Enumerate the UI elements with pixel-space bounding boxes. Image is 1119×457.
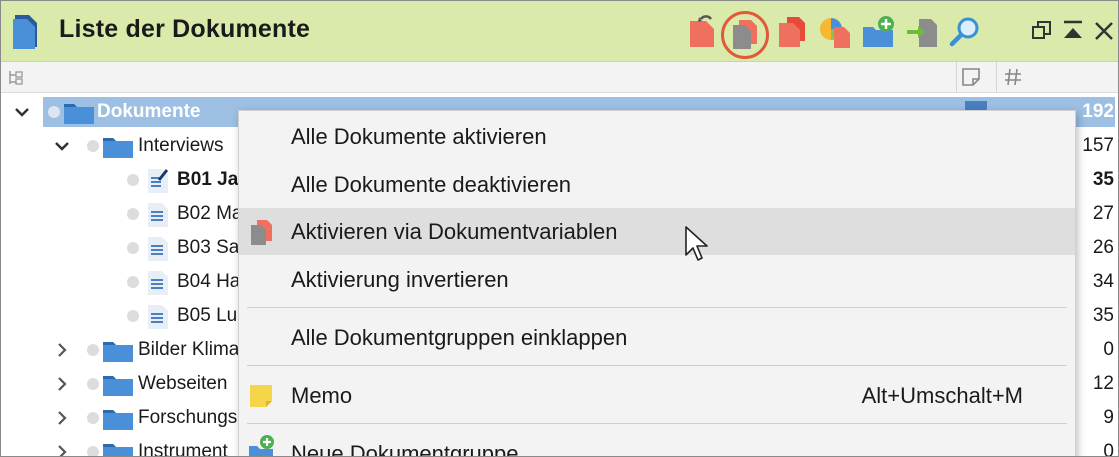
menu-separator [247, 365, 1067, 366]
chevron-down-icon[interactable] [13, 103, 31, 121]
document-reset-icon[interactable] [687, 15, 721, 49]
activation-dot[interactable] [87, 378, 99, 390]
folder-icon [103, 376, 133, 396]
context-menu: Alle Dokumente aktivieren Alle Dokumente… [238, 110, 1076, 457]
text-document-icon [148, 305, 168, 329]
menu-item-memo[interactable]: Memo Alt+Umschalt+M [239, 372, 1075, 419]
tree-row-count: 157 [1082, 135, 1114, 156]
tree-row-count: 192 [1082, 101, 1114, 122]
activation-dot[interactable] [87, 446, 99, 456]
tree-row-count: 12 [1092, 373, 1114, 394]
activation-dot[interactable] [127, 276, 139, 288]
tree-row-count: 26 [1092, 237, 1114, 258]
tree-row-count: 35 [1092, 305, 1114, 326]
text-document-icon [148, 271, 168, 295]
menu-item-new-document-group[interactable]: Neue Dokumentgruppe [239, 430, 1075, 457]
collapse-window-icon[interactable] [1060, 18, 1086, 44]
chevron-right-icon[interactable] [53, 375, 71, 393]
activate-via-variables-icon[interactable] [729, 17, 763, 51]
activation-dot[interactable] [127, 310, 139, 322]
activation-dot[interactable] [127, 174, 139, 186]
folder-icon [103, 138, 133, 158]
chevron-right-icon[interactable] [53, 409, 71, 427]
tree-row-label: Instrument [138, 441, 228, 457]
search-icon[interactable] [948, 15, 982, 49]
tree-row-label: Interviews [138, 135, 224, 156]
menu-item-label: Memo [291, 383, 353, 408]
chevron-right-icon[interactable] [53, 443, 71, 457]
mouse-cursor-icon [685, 226, 708, 261]
activation-dot[interactable] [87, 412, 99, 424]
folder-icon [103, 342, 133, 362]
tree-row-label: Dokumente [97, 101, 201, 122]
count-column-icon[interactable] [1003, 67, 1023, 87]
new-document-group-icon[interactable] [861, 15, 895, 49]
chart-documents-icon[interactable] [818, 15, 852, 49]
menu-item-label: Aktivierung invertieren [291, 267, 509, 292]
folder-icon [64, 104, 94, 124]
title-bar: Liste der Dokumente [1, 1, 1118, 62]
tree-row-label: B05 Lu [177, 305, 238, 326]
document-system-window: Liste der Dokumente Dokumente 192 Interv… [0, 0, 1119, 457]
memo-icon [250, 385, 272, 407]
activate-via-variables-icon [251, 220, 272, 245]
new-document-group-icon [249, 435, 274, 456]
document-system-icon [13, 15, 37, 49]
chevron-down-icon[interactable] [53, 137, 71, 155]
menu-item-shortcut: Alt+Umschalt+M [861, 383, 1023, 408]
window-title: Liste der Dokumente [59, 15, 311, 43]
menu-item-label: Alle Dokumente aktivieren [291, 124, 547, 149]
tree-row-label: B04 Ha [177, 271, 241, 292]
menu-separator [247, 307, 1067, 308]
close-window-icon[interactable] [1091, 18, 1117, 44]
folder-icon [103, 444, 133, 456]
activate-documents-icon[interactable] [775, 15, 809, 49]
tree-row-count: 9 [1103, 407, 1114, 428]
tree-row-label: Forschungs [138, 407, 238, 428]
tree-row-label: B01 Ja [177, 169, 239, 190]
tree-row-count: 27 [1092, 203, 1114, 224]
activation-dot[interactable] [87, 344, 99, 356]
column-header [1, 62, 1118, 93]
menu-item-label: Alle Dokumente deaktivieren [291, 172, 572, 197]
folder-icon [103, 410, 133, 430]
text-document-icon [148, 203, 168, 227]
menu-separator [247, 423, 1067, 424]
tree-row-count: 35 [1092, 169, 1114, 190]
menu-item-collapse-groups[interactable]: Alle Dokumentgruppen einklappen [239, 314, 1075, 361]
memo-column-icon[interactable] [961, 67, 981, 87]
menu-item-label: Aktivieren via Dokumentvariablen [291, 219, 618, 244]
document-edited-icon [148, 169, 169, 193]
tree-row-label: B03 Sa [177, 237, 240, 258]
activation-dot[interactable] [87, 140, 99, 152]
menu-item-invert-activation[interactable]: Aktivierung invertieren [239, 256, 1075, 303]
menu-item-activate-all[interactable]: Alle Dokumente aktivieren [239, 113, 1075, 160]
menu-item-label: Neue Dokumentgruppe [291, 441, 519, 457]
text-document-icon [148, 237, 168, 261]
activation-dot[interactable] [127, 242, 139, 254]
import-document-icon[interactable] [905, 15, 939, 49]
menu-item-deactivate-all[interactable]: Alle Dokumente deaktivieren [239, 161, 1075, 208]
tree-row-count: 0 [1103, 441, 1114, 457]
tree-structure-icon[interactable] [7, 69, 25, 87]
menu-item-label: Alle Dokumentgruppen einklappen [291, 325, 628, 350]
restore-window-icon[interactable] [1029, 18, 1055, 44]
tree-row-count: 34 [1092, 271, 1114, 292]
activation-dot[interactable] [48, 106, 60, 118]
chevron-right-icon[interactable] [53, 341, 71, 359]
tree-row-label: B02 Ma [177, 203, 243, 224]
tree-row-label: Bilder Klima [138, 339, 240, 360]
activation-dot[interactable] [127, 208, 139, 220]
tree-row-label: Webseiten [138, 373, 228, 394]
menu-item-activate-via-variables[interactable]: Aktivieren via Dokumentvariablen [239, 208, 1075, 255]
tree-row-count: 0 [1103, 339, 1114, 360]
